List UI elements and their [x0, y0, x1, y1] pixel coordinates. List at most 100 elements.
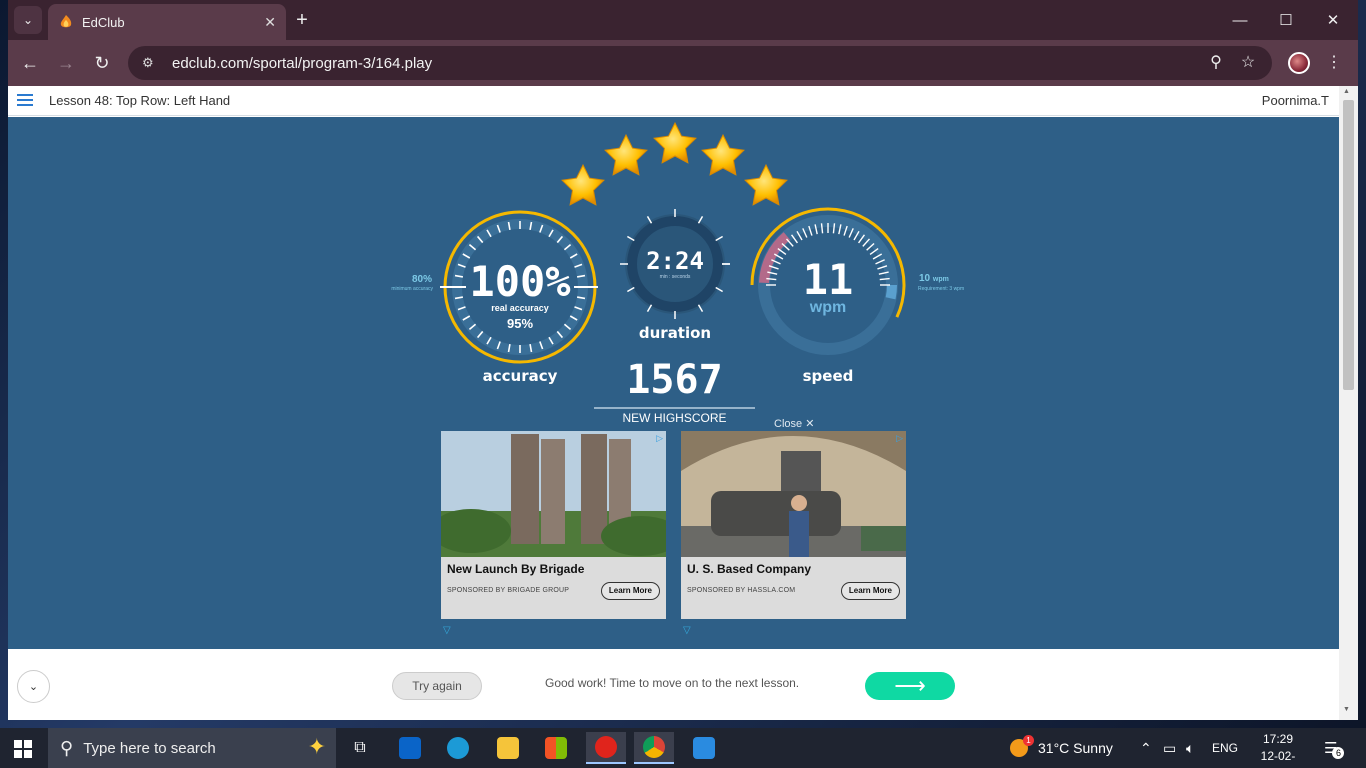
ad-sponsor: SPONSORED BY BRIGADE GROUP	[447, 587, 570, 594]
lesson-title: Lesson 48: Top Row: Left Hand	[49, 93, 231, 108]
clock-date: 12-02-2025	[1260, 749, 1296, 768]
weather-sun-icon: 1	[1010, 735, 1034, 757]
edclub-page: Lesson 48: Top Row: Left Hand Poornima.T	[8, 86, 1339, 720]
scroll-thumb[interactable]	[1343, 100, 1354, 390]
ad-learn-more-button[interactable]: Learn More	[600, 582, 660, 600]
real-accuracy-value: 95%	[506, 316, 534, 331]
ad-headline: U. S. Based Company	[687, 562, 812, 576]
results-stage: 100% real accuracy 95% 80% minimum accur…	[8, 117, 1339, 649]
star-icon	[744, 163, 788, 206]
close-x-icon: ✕	[805, 418, 815, 430]
score-value: 1567	[626, 357, 723, 403]
scroll-down-icon[interactable]: ▼	[1343, 706, 1350, 713]
good-work-message: Good work! Time to move on to the next l…	[545, 676, 800, 690]
chevron-down-icon[interactable]: ⌄	[17, 670, 50, 703]
minimize-button[interactable]: —	[1220, 8, 1260, 32]
page-scrollbar[interactable]: ▲ ▼	[1339, 86, 1358, 720]
speed-requirement-row: 10 wpm	[919, 273, 959, 284]
ad-choices-icon[interactable]: ▷	[656, 433, 663, 444]
back-button[interactable]: ←	[18, 51, 42, 75]
taskbar-search[interactable]: ⚲ Type here to search ✦	[48, 728, 336, 768]
weather-widget[interactable]: 1 31°C Sunny	[1010, 728, 1113, 768]
chrome-icon[interactable]	[634, 732, 674, 764]
site-info-icon[interactable]: ⚙	[142, 55, 158, 71]
clock-time: 17:29	[1262, 732, 1294, 746]
arrow-right-icon: ⟶	[894, 673, 926, 698]
tab-edclub[interactable]: EdClub ✕	[48, 4, 286, 40]
windows-taskbar: ⚲ Type here to search ✦ ⧉ 1 31°C Sunny ⌃…	[0, 728, 1366, 768]
notification-center-icon[interactable]: ☰ 6	[1324, 728, 1345, 768]
duration-value: 2:24	[646, 247, 704, 275]
tray-chevron-icon[interactable]: ⌃	[1140, 728, 1152, 768]
new-tab-button[interactable]: +	[290, 8, 314, 32]
next-lesson-button[interactable]: ⟶	[865, 672, 955, 700]
opera-icon[interactable]	[586, 732, 626, 764]
windows-start-icon[interactable]	[14, 740, 32, 758]
speed-value: 11	[802, 255, 854, 304]
new-highscore-label: NEW HIGHSCORE	[622, 411, 727, 425]
edge-icon[interactable]	[438, 732, 478, 764]
maximize-button[interactable]: ☐	[1266, 8, 1306, 32]
speed-requirement-label: Requirement: 3 wpm	[918, 286, 965, 292]
tab-search-button[interactable]: ⌄	[14, 6, 42, 34]
speed-unit: wpm	[809, 299, 847, 316]
ad-feedback-icon[interactable]: ▽	[683, 625, 691, 636]
minimum-accuracy-label: minimum accuracy	[391, 286, 433, 292]
ad-headline: New Launch By Brigade	[447, 562, 585, 576]
ad-image-buildings	[441, 431, 666, 557]
user-name[interactable]: Poornima.T	[1262, 93, 1329, 108]
outlook-icon[interactable]	[390, 732, 430, 764]
profile-avatar[interactable]	[1288, 52, 1310, 74]
star-icon	[561, 163, 605, 206]
close-window-button[interactable]: ✕	[1313, 8, 1353, 32]
browser-menu-icon[interactable]: ⋮	[1320, 48, 1348, 76]
taskbar-clock[interactable]: 17:29 12-02-2025	[1248, 731, 1308, 768]
try-again-button[interactable]: Try again	[392, 672, 482, 700]
edclub-favicon-icon	[60, 15, 72, 28]
star-icon	[701, 133, 745, 176]
tab-close-icon[interactable]: ✕	[264, 14, 276, 31]
address-bar[interactable]: ⚙ edclub.com/sportal/program-3/164.play	[128, 46, 1272, 80]
ad-image-helicopter	[681, 431, 906, 557]
scroll-up-icon[interactable]: ▲	[1343, 88, 1350, 95]
footer-bar: ⌄ Try again Good work! Time to move on t…	[8, 649, 1339, 720]
reload-button[interactable]: ↻	[90, 51, 114, 75]
bookmark-star-icon[interactable]: ☆	[1234, 48, 1262, 76]
real-accuracy-label: real accuracy	[491, 303, 549, 313]
notification-count: 6	[1332, 747, 1345, 759]
zoom-icon[interactable]: ⚲	[1202, 48, 1230, 76]
speed-requirement-value: 10	[919, 273, 931, 284]
duration-label: duration	[638, 324, 712, 342]
close-ad-label: Close	[774, 418, 803, 430]
lesson-header: Lesson 48: Top Row: Left Hand Poornima.T	[8, 86, 1339, 116]
volume-icon[interactable]: 🔈︎	[1186, 728, 1194, 768]
ad-choices-icon[interactable]: ▷	[896, 433, 903, 444]
forward-button[interactable]: →	[54, 51, 78, 75]
accuracy-label: accuracy	[482, 367, 558, 385]
ad-card-hassla[interactable]: ▷ U. S. Based Company SPONSORED BY HASSL…	[681, 431, 906, 619]
microsoft-store-icon[interactable]	[536, 732, 576, 764]
hamburger-menu-icon[interactable]	[17, 94, 33, 107]
ad-card-brigade[interactable]: ▷ New Launch By Brigade SPONSORED BY BRI…	[441, 431, 666, 619]
language-indicator[interactable]: ENG	[1212, 728, 1238, 768]
close-ad-button[interactable]: Close ✕	[774, 417, 814, 430]
ad-sponsor: SPONSORED BY HASSLA.COM	[687, 587, 796, 594]
photos-icon[interactable]	[684, 732, 724, 764]
browser-toolbar: ← → ↻ ⚙ edclub.com/sportal/program-3/164…	[8, 40, 1358, 86]
ad-feedback-icon[interactable]: ▽	[443, 625, 451, 636]
battery-icon[interactable]: ▭	[1163, 728, 1176, 768]
weather-text: 31°C Sunny	[1038, 740, 1113, 756]
minimum-accuracy-value: 80%	[411, 274, 432, 285]
copilot-sparkle-icon: ✦	[307, 734, 326, 759]
star-icon	[653, 121, 697, 164]
duration-unit: min : seconds	[659, 274, 691, 280]
ad-learn-more-button[interactable]: Learn More	[840, 582, 900, 600]
search-icon: ⚲	[60, 737, 74, 758]
speed-requirement-unit: wpm	[932, 276, 949, 283]
task-view-icon[interactable]: ⧉	[340, 732, 380, 764]
weather-badge: 1	[1023, 735, 1034, 746]
tab-strip: ⌄ EdClub ✕ + — ☐ ✕	[8, 0, 1358, 40]
accuracy-value: 100%	[469, 257, 571, 306]
tab-title: EdClub	[82, 14, 125, 30]
file-explorer-icon[interactable]	[488, 732, 528, 764]
